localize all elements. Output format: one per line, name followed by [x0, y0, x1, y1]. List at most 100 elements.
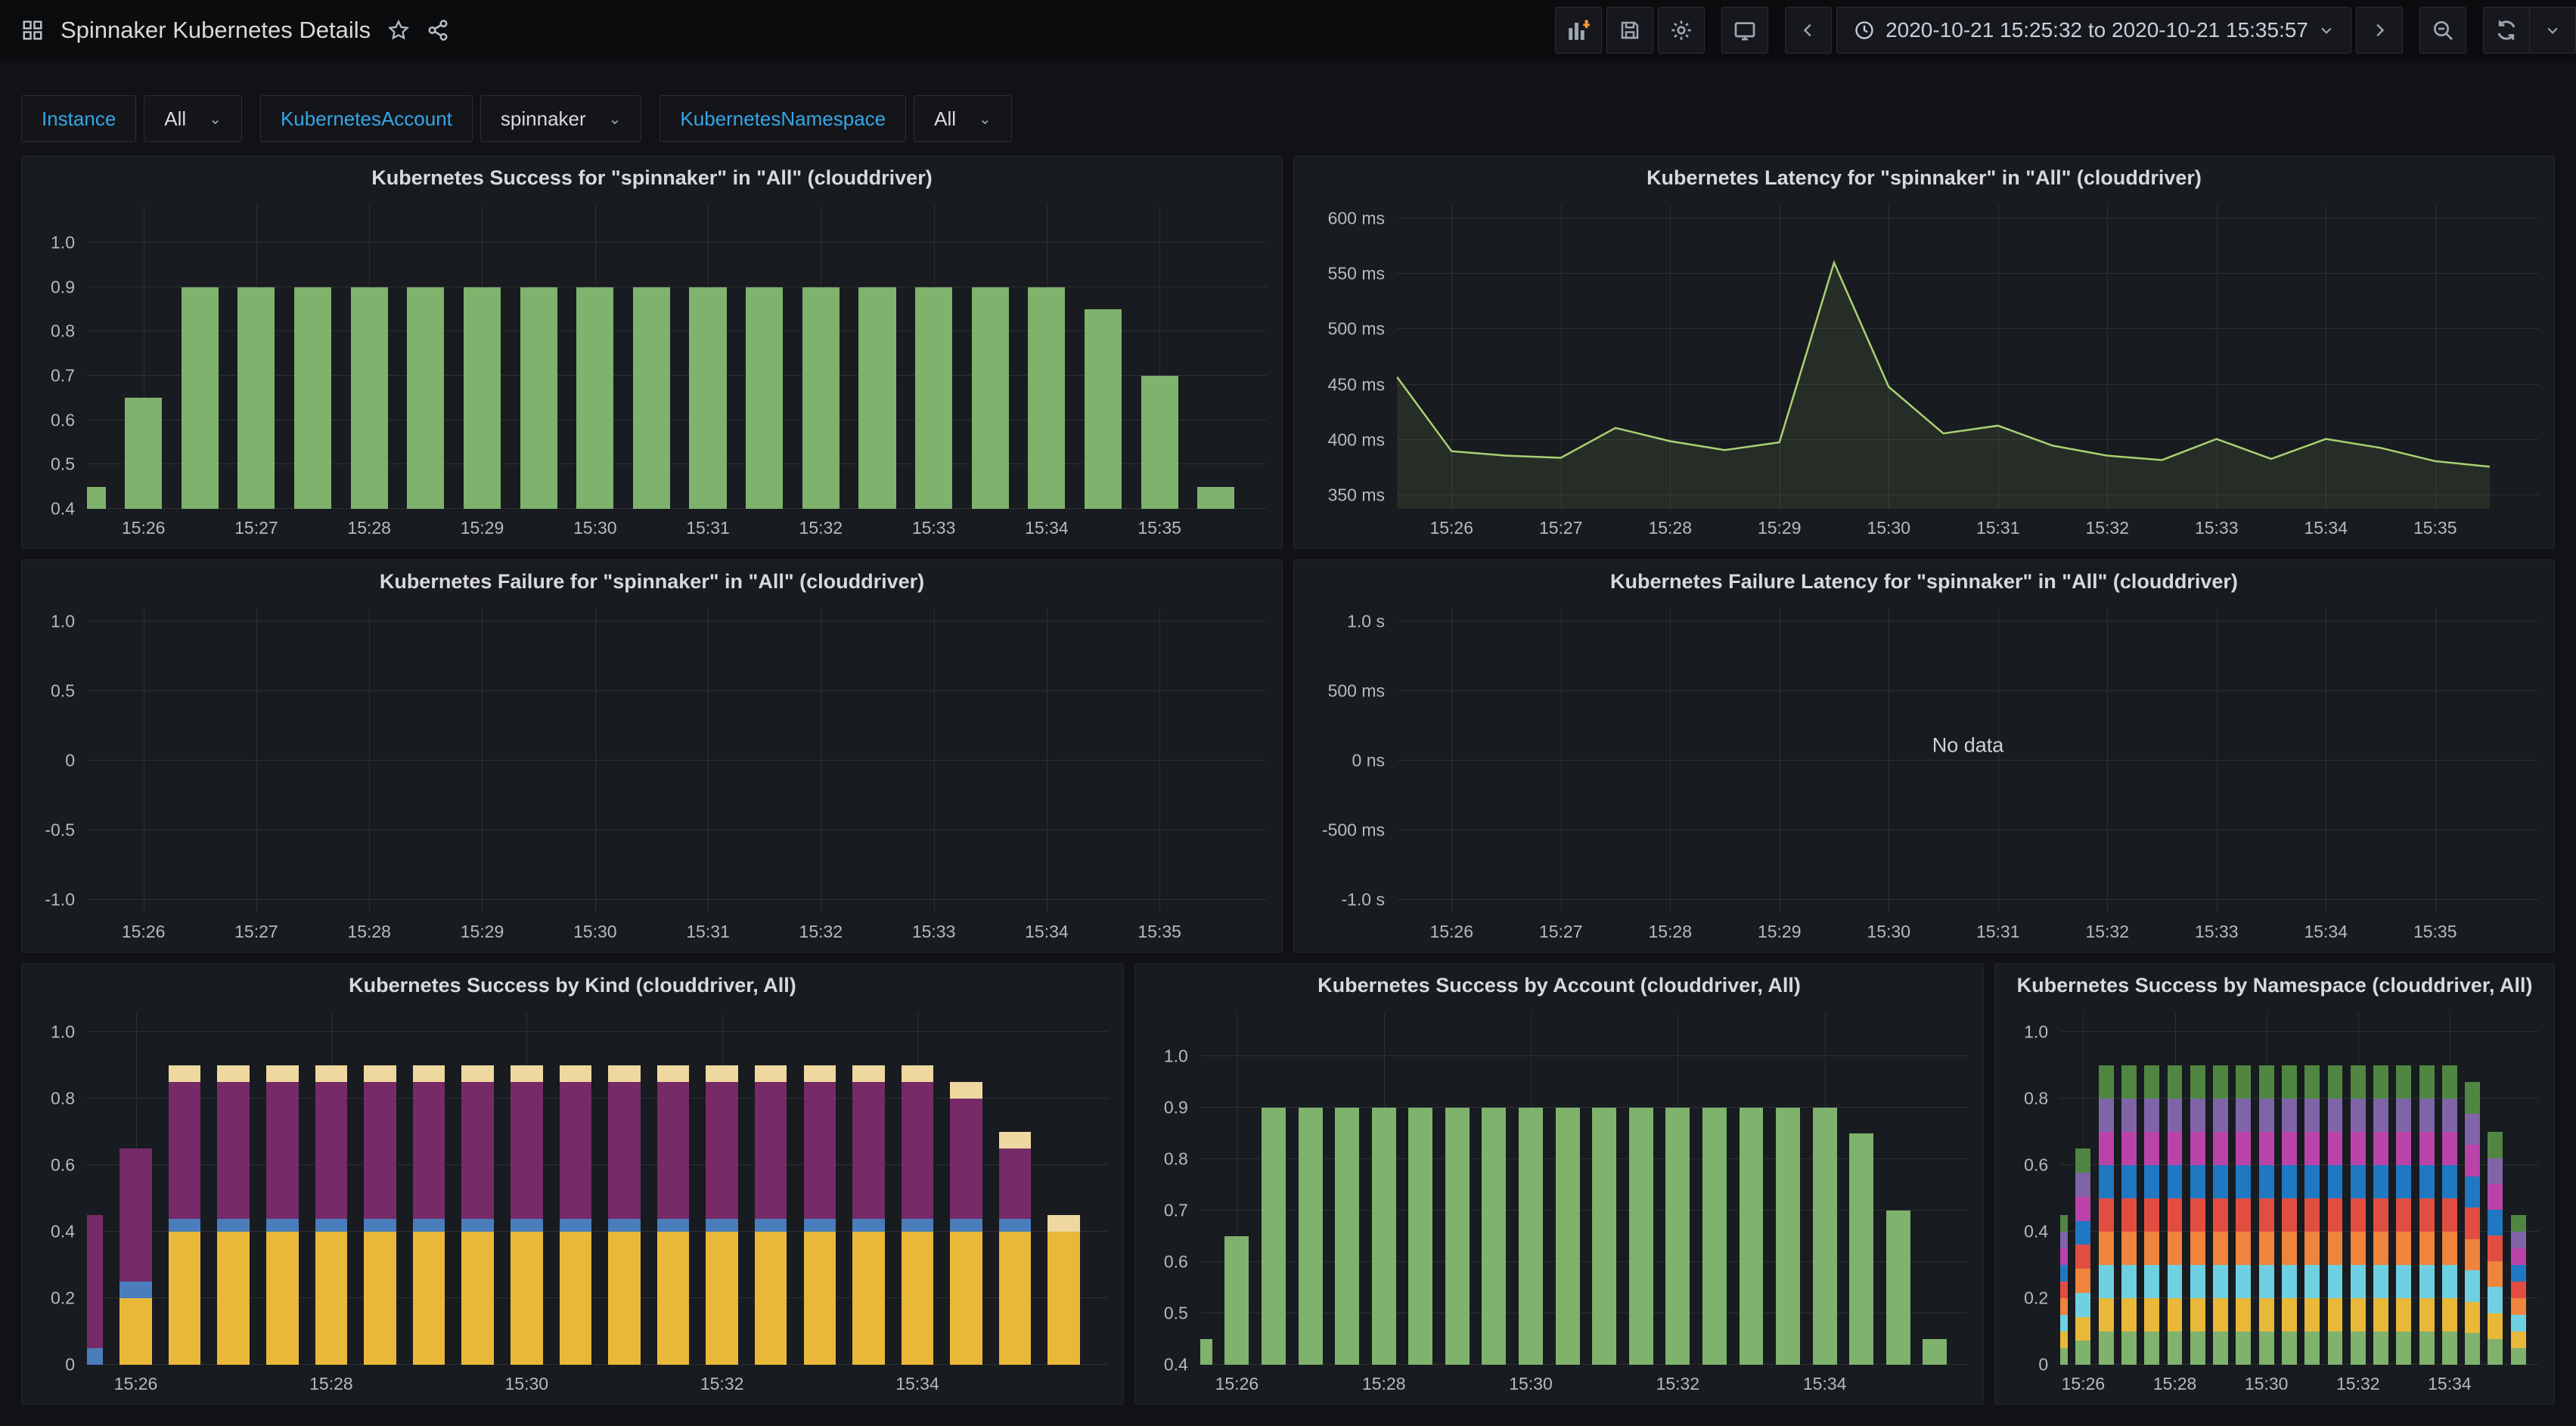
- bar-segment: [2099, 1198, 2114, 1232]
- x-axis-tick-label: 15:34: [1025, 518, 1069, 538]
- bar-segment: [804, 1065, 836, 1082]
- bar-segment: [2213, 1198, 2228, 1232]
- panel-title[interactable]: Kubernetes Failure for "spinnaker" in "A…: [22, 560, 1282, 603]
- stacked-bar: [511, 1065, 543, 1365]
- x-axis-tick-label: 15:31: [1976, 518, 2020, 538]
- add-panel-button[interactable]: [1555, 7, 1602, 54]
- cycle-view-mode-button[interactable]: [1721, 7, 1768, 54]
- bar-segment: [315, 1065, 348, 1082]
- time-range-picker[interactable]: 2020-10-21 15:25:32 to 2020-10-21 15:35:…: [1836, 7, 2351, 54]
- time-range-forward-button[interactable]: [2356, 7, 2403, 54]
- panel-title[interactable]: Kubernetes Latency for "spinnaker" in "A…: [1294, 157, 2554, 199]
- bar-segment: [2419, 1099, 2435, 1132]
- chart-plot-area[interactable]: 1.00.90.80.70.60.50.415:2615:2715:2815:2…: [22, 199, 1282, 548]
- grid-line-horizontal: [1397, 829, 2539, 830]
- bar-segment: [2373, 1232, 2388, 1265]
- x-axis-tick-label: 15:33: [2195, 518, 2239, 538]
- stacked-bar: [2465, 1082, 2480, 1365]
- grid-line-horizontal: [2060, 1031, 2539, 1032]
- bar-segment: [2373, 1132, 2388, 1165]
- chart-plot-area[interactable]: 1.00.80.60.40.2015:2615:2815:3015:3215:3…: [22, 1006, 1123, 1404]
- bar-segment: [902, 1232, 934, 1365]
- panel-kubernetes-failure: Kubernetes Failure for "spinnaker" in "A…: [21, 560, 1283, 953]
- bar-segment: [2465, 1114, 2480, 1145]
- y-axis-tick-label: 0.2: [1995, 1288, 2048, 1309]
- bar-segment: [2282, 1298, 2297, 1331]
- refresh-interval-dropdown[interactable]: [2529, 7, 2576, 54]
- panel-title[interactable]: Kubernetes Success by Namespace (clouddr…: [1995, 964, 2554, 1006]
- bar-segment: [2328, 1165, 2343, 1198]
- bar: [915, 287, 952, 509]
- bar-segment: [2373, 1331, 2388, 1365]
- panel-title[interactable]: Kubernetes Success for "spinnaker" in "A…: [22, 157, 1282, 199]
- chart-plot-area[interactable]: 1.00.50-0.5-1.015:2615:2715:2815:2915:30…: [22, 603, 1282, 952]
- refresh-dashboard-button[interactable]: [2483, 7, 2530, 54]
- time-range-back-button[interactable]: [1785, 7, 1832, 54]
- bar: [407, 287, 444, 509]
- x-axis-tick-label: 15:32: [799, 922, 843, 942]
- bar-segment: [511, 1065, 543, 1082]
- zoom-out-time-button[interactable]: [2419, 7, 2466, 54]
- bar-segment: [2511, 1298, 2526, 1315]
- bar-segment: [950, 1232, 982, 1365]
- x-axis-tick-label: 15:30: [1867, 922, 1910, 942]
- chart-plot-area[interactable]: 1.00.90.80.70.60.50.415:2615:2815:3015:3…: [1135, 1006, 1983, 1404]
- panel-title[interactable]: Kubernetes Success by Kind (clouddriver,…: [22, 964, 1123, 1006]
- grid-line-horizontal: [1397, 690, 2539, 691]
- bar-segment: [2304, 1298, 2320, 1331]
- chart-plot-area[interactable]: 600 ms550 ms500 ms450 ms400 ms350 ms15:2…: [1294, 199, 2554, 548]
- grid-line-horizontal: [87, 899, 1267, 900]
- panel-title[interactable]: Kubernetes Failure Latency for "spinnake…: [1294, 560, 2554, 603]
- bar: [1085, 309, 1122, 509]
- bar-segment: [2396, 1198, 2411, 1232]
- bar-segment: [706, 1219, 738, 1232]
- bar-segment: [706, 1082, 738, 1218]
- variable-value-instance[interactable]: All ⌄: [144, 95, 242, 142]
- y-axis-tick-label: 0.8: [22, 321, 75, 342]
- stacked-bar: [706, 1065, 738, 1365]
- bar-segment: [2144, 1065, 2159, 1099]
- bar-segment: [2121, 1198, 2137, 1232]
- bar-segment: [755, 1219, 787, 1232]
- bar-segment: [2190, 1165, 2205, 1198]
- bar-segment: [2419, 1331, 2435, 1365]
- share-icon[interactable]: [427, 19, 449, 42]
- bar-segment: [755, 1065, 787, 1082]
- apps-grid-icon[interactable]: [21, 19, 44, 42]
- save-dashboard-button[interactable]: [1606, 7, 1653, 54]
- star-icon[interactable]: [387, 19, 410, 42]
- variable-value-kubernetes-namespace[interactable]: All ⌄: [914, 95, 1012, 142]
- variable-value-kubernetes-account[interactable]: spinnaker ⌄: [480, 95, 642, 142]
- grid-line-vertical: [934, 609, 935, 913]
- latency-line-series: [1397, 205, 2539, 509]
- x-axis-tick-label: 15:27: [234, 518, 278, 538]
- dashboard-settings-button[interactable]: [1658, 7, 1705, 54]
- y-axis-tick-label: 0 ns: [1294, 751, 1385, 771]
- y-axis-tick-label: 0.7: [1135, 1200, 1188, 1220]
- bar-segment: [315, 1232, 348, 1365]
- y-axis-tick-label: 0.8: [22, 1089, 75, 1109]
- x-axis-tick-label: 15:32: [2085, 518, 2129, 538]
- bar-segment: [266, 1065, 299, 1082]
- stacked-bar: [2144, 1065, 2159, 1365]
- bar-segment: [2075, 1293, 2090, 1317]
- chart-plot-area[interactable]: 1.00.80.60.40.2015:2615:2815:3015:3215:3…: [1995, 1006, 2554, 1404]
- bar-segment: [2282, 1065, 2297, 1099]
- bar: [1141, 376, 1178, 509]
- x-axis-tick-label: 15:26: [1429, 922, 1473, 942]
- chevron-down-icon: [2319, 23, 2334, 38]
- y-axis-tick-label: 0.5: [22, 680, 75, 701]
- bar-segment: [2121, 1265, 2137, 1298]
- stacked-bar: [2442, 1065, 2457, 1365]
- bar-segment: [852, 1082, 885, 1218]
- bar-segment: [2099, 1331, 2114, 1365]
- chart-plot-area[interactable]: 1.0 s500 ms0 ns-500 ms-1.0 s15:2615:2715…: [1294, 603, 2554, 952]
- bar-segment: [2351, 1132, 2366, 1165]
- panel-title[interactable]: Kubernetes Success by Account (clouddriv…: [1135, 964, 1983, 1006]
- bar-segment: [2351, 1065, 2366, 1099]
- panel-kubernetes-failure-latency: Kubernetes Failure Latency for "spinnake…: [1293, 560, 2555, 953]
- dashboard-title[interactable]: Spinnaker Kubernetes Details: [61, 17, 371, 44]
- bar-segment: [2213, 1265, 2228, 1298]
- bar-segment: [2259, 1132, 2274, 1165]
- bar: [1197, 487, 1234, 509]
